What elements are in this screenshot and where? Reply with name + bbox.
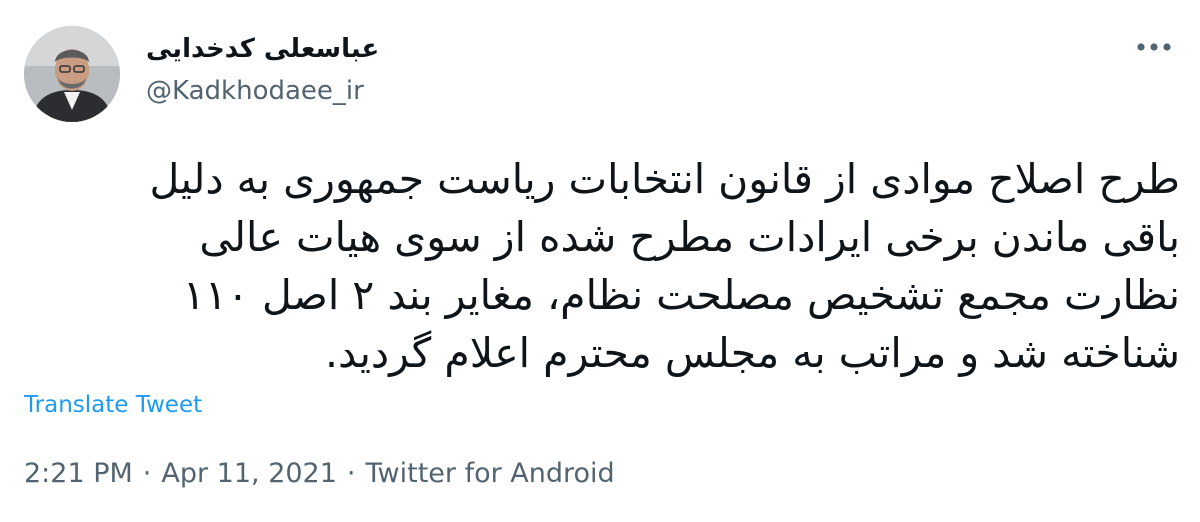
tweet-time[interactable]: 2:21 PM <box>24 458 133 489</box>
tweet-text-line: شناخته شد و مراتب به مجلس محترم اعلام گر… <box>324 329 1180 377</box>
avatar[interactable] <box>24 26 120 122</box>
tweet-text-line: طرح اصلاح موادی از قانون انتخابات ریاست … <box>149 155 1180 203</box>
tweet-text-line: نظارت مجمع تشخیص مصلحت نظام، مغایر بند ۲… <box>182 271 1180 319</box>
tweet-text: طرح اصلاح موادی از قانون انتخابات ریاست … <box>20 150 1180 382</box>
user-handle[interactable]: @Kadkhodaee_ir <box>146 76 364 106</box>
translate-tweet-link[interactable]: Translate Tweet <box>24 392 202 418</box>
tweet-date[interactable]: Apr 11, 2021 <box>161 458 337 489</box>
meta-separator: · <box>142 458 152 489</box>
more-horizontal-icon <box>1137 43 1171 51</box>
more-options-button[interactable] <box>1132 32 1176 62</box>
meta-separator: · <box>346 458 356 489</box>
display-name[interactable]: عباسعلی کدخدایی <box>146 34 379 64</box>
tweet-text-line: باقی ماندن برخی ایرادات مطرح شده از سوی … <box>199 213 1180 261</box>
tweet-meta: 2:21 PM · Apr 11, 2021 · Twitter for Android <box>24 458 615 489</box>
avatar-photo <box>24 26 120 122</box>
tweet-source[interactable]: Twitter for Android <box>366 458 615 489</box>
tweet-card: عباسعلی کدخدایی @Kadkhodaee_ir طرح اصلاح… <box>0 0 1200 522</box>
